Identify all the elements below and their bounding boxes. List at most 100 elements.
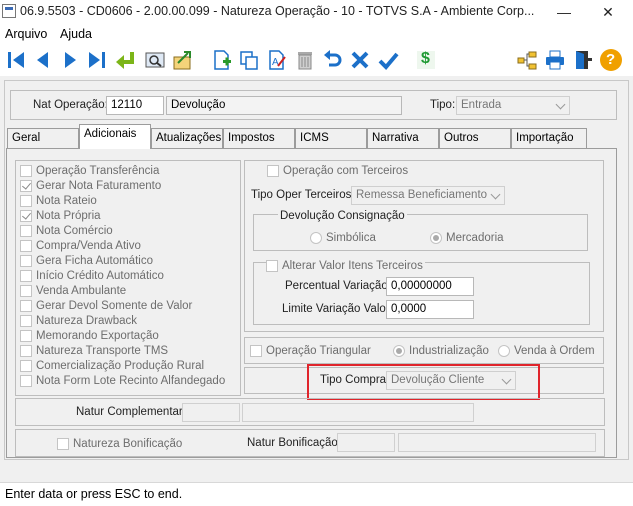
option-nota-rateio[interactable]: Nota Rateio (20, 193, 240, 208)
option-nota-form-lote-recinto[interactable]: Nota Form Lote Recinto Alfandegado (20, 373, 240, 388)
checkbox[interactable] (20, 299, 32, 312)
checkbox[interactable] (57, 437, 69, 450)
edit-icon[interactable]: A (265, 48, 289, 72)
option-gerar-devol-somente-valor[interactable]: Gerar Devol Somente de Valor (20, 298, 240, 313)
percentual-variacao-field[interactable]: 0,00000000 (386, 277, 474, 296)
radio-button[interactable] (310, 231, 322, 244)
tab-adicionais[interactable]: Adicionais (79, 124, 151, 149)
option-natureza-drawback[interactable]: Natureza Drawback (20, 313, 240, 328)
checkbox[interactable] (20, 314, 32, 327)
checkbox[interactable] (20, 239, 32, 252)
option-memorando-exportacao[interactable]: Memorando Exportação (20, 328, 240, 343)
nat-operacao-code-field[interactable]: 12110 (106, 96, 164, 115)
checkbox[interactable] (267, 164, 279, 177)
tab-narrativa[interactable]: Narrativa (367, 128, 439, 148)
search-icon[interactable] (143, 48, 167, 72)
checkbox[interactable] (20, 179, 32, 192)
help-icon[interactable]: ? (599, 48, 623, 72)
option-gerar-nota-faturamento[interactable]: Gerar Nota Faturamento (20, 178, 240, 193)
radio-mercadoria[interactable]: Mercadoria (430, 230, 504, 245)
option-inicio-credito-automatico[interactable]: Início Crédito Automático (20, 268, 240, 283)
help-symbol: ? (606, 51, 616, 68)
tipo-select-value: Entrada (461, 99, 502, 111)
option-operacao-transferencia[interactable]: Operação Transferência (20, 163, 240, 178)
menu-arquivo[interactable]: Arquivo (5, 27, 47, 41)
undo-icon[interactable] (321, 48, 345, 72)
menu-ajuda[interactable]: Ajuda (60, 27, 92, 41)
tipo-oper-terceiros-select[interactable]: Remessa Beneficiamento (351, 186, 505, 205)
svg-text:A: A (272, 57, 279, 68)
dollar-icon[interactable]: $ (414, 48, 438, 72)
checkbox[interactable] (20, 254, 32, 267)
radio-simbolica[interactable]: Simbólica (310, 230, 376, 245)
checkbox[interactable] (20, 374, 32, 387)
option-comercializacao-producao-rural[interactable]: Comercialização Produção Rural (20, 358, 240, 373)
checkbox[interactable] (20, 284, 32, 297)
checkbox[interactable] (20, 164, 32, 177)
option-natureza-transporte-tms[interactable]: Natureza Transporte TMS (20, 343, 240, 358)
checkbox[interactable] (20, 329, 32, 342)
tab-impostos[interactable]: Impostos (223, 128, 295, 148)
tab-outros[interactable]: Outros (439, 128, 511, 148)
confirm-icon[interactable] (376, 48, 400, 72)
tab-icms[interactable]: ICMS (295, 128, 367, 148)
close-button[interactable]: ✕ (594, 0, 622, 24)
option-venda-ambulante[interactable]: Venda Ambulante (20, 283, 240, 298)
limite-variacao-field[interactable]: 0,0000 (386, 300, 474, 319)
alterar-valor-checkbox[interactable]: Alterar Valor Itens Terceiros (266, 258, 425, 273)
natur-complementar-code-field[interactable] (182, 403, 240, 422)
tab-importacao[interactable]: Importação (511, 128, 587, 148)
tree-icon[interactable] (515, 48, 539, 72)
last-record-icon[interactable] (85, 48, 109, 72)
highlight-box (307, 364, 540, 400)
checkbox[interactable] (20, 224, 32, 237)
option-label: Natureza Drawback (36, 314, 137, 327)
operacao-triangular-checkbox[interactable]: Operação Triangular (250, 343, 371, 358)
radio-venda-ordem[interactable]: Venda à Ordem (498, 343, 595, 358)
radio-button[interactable] (393, 344, 405, 357)
natureza-bonificacao-checkbox[interactable]: Natureza Bonificação (57, 436, 182, 451)
natur-complementar-label: Natur Complementar: (76, 406, 186, 418)
chevron-down-icon (555, 99, 566, 110)
status-message: Enter data or press ESC to end. (5, 487, 183, 501)
tab-geral[interactable]: Geral (7, 128, 79, 148)
devolucao-consignacao-title: Devolução Consignação (278, 210, 407, 222)
exit-icon[interactable] (571, 48, 595, 72)
cancel-icon[interactable] (348, 48, 372, 72)
checkbox[interactable] (20, 269, 32, 282)
option-nota-comercio[interactable]: Nota Comércio (20, 223, 240, 238)
option-label: Nota Form Lote Recinto Alfandegado (36, 374, 226, 387)
radio-button[interactable] (498, 344, 510, 357)
tab-atualizacoes[interactable]: Atualizações (151, 128, 223, 148)
natur-bonificacao-label: Natur Bonificação: (247, 437, 341, 449)
first-record-icon[interactable] (4, 48, 28, 72)
minimize-button[interactable]: — (550, 0, 578, 24)
checkbox[interactable] (20, 344, 32, 357)
radio-simbolica-label: Simbólica (326, 231, 376, 244)
copy-icon[interactable] (237, 48, 261, 72)
checkbox[interactable] (20, 194, 32, 207)
natur-bonificacao-desc-field (398, 433, 596, 452)
operacao-terceiros-checkbox[interactable]: Operação com Terceiros (267, 163, 408, 178)
percentual-variacao-label: Percentual Variação: (285, 280, 391, 292)
print-icon[interactable] (543, 48, 567, 72)
new-icon[interactable] (210, 48, 234, 72)
window-title: 06.9.5503 - CD0606 - 2.00.00.099 - Natur… (20, 4, 535, 18)
tipo-oper-terceiros-value: Remessa Beneficiamento (356, 189, 488, 201)
export-icon[interactable] (171, 48, 195, 72)
option-gera-ficha-automatico[interactable]: Gera Ficha Automático (20, 253, 240, 268)
natur-bonificacao-code-field[interactable] (337, 433, 395, 452)
checkbox[interactable] (20, 209, 32, 222)
checkbox[interactable] (250, 344, 262, 357)
previous-record-icon[interactable] (31, 48, 55, 72)
delete-icon[interactable] (293, 48, 317, 72)
tipo-select[interactable]: Entrada (456, 96, 570, 115)
next-record-icon[interactable] (58, 48, 82, 72)
checkbox[interactable] (20, 359, 32, 372)
radio-industrializacao[interactable]: Industrialização (393, 343, 489, 358)
radio-button[interactable] (430, 231, 442, 244)
option-compra-venda-ativo[interactable]: Compra/Venda Ativo (20, 238, 240, 253)
checkbox[interactable] (266, 259, 278, 272)
option-nota-propria[interactable]: Nota Própria (20, 208, 240, 223)
return-icon[interactable] (114, 48, 138, 72)
